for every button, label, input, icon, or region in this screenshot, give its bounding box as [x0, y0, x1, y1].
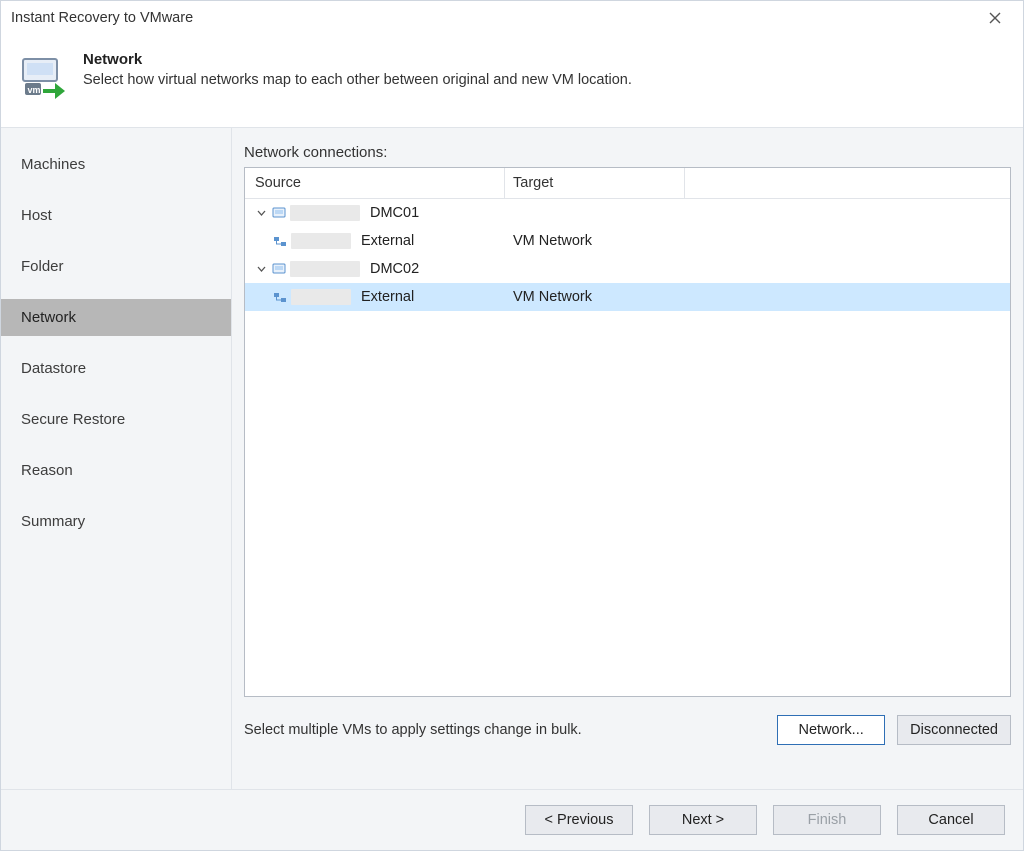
vm-arrow-icon: vm [19, 53, 67, 101]
redacted-name [291, 233, 351, 249]
titlebar: Instant Recovery to VMware [1, 1, 1023, 35]
vm-name-label: DMC01 [370, 205, 419, 221]
window-title: Instant Recovery to VMware [11, 10, 975, 26]
redacted-name [290, 261, 360, 277]
sidebar-item-network[interactable]: Network [1, 299, 231, 336]
table-row[interactable]: External VM Network [245, 227, 1010, 255]
table-footer: Select multiple VMs to apply settings ch… [232, 697, 1023, 757]
sidebar-item-summary[interactable]: Summary [1, 503, 231, 540]
svg-text:vm: vm [28, 85, 41, 95]
table-header: Source Target [245, 168, 1010, 199]
sidebar-item-datastore[interactable]: Datastore [1, 350, 231, 387]
network-icon [273, 290, 287, 304]
column-header-source[interactable]: Source [245, 168, 505, 198]
sidebar-item-machines[interactable]: Machines [1, 146, 231, 183]
step-header-texts: Network Select how virtual networks map … [83, 47, 1005, 101]
table-row[interactable]: External VM Network [245, 283, 1010, 311]
target-cell: VM Network [505, 289, 685, 305]
wizard-window: Instant Recovery to VMware vm Network Se… [0, 0, 1024, 851]
next-button[interactable]: Next > [649, 805, 757, 835]
sidebar-item-reason[interactable]: Reason [1, 452, 231, 489]
previous-button[interactable]: < Previous [525, 805, 633, 835]
step-subtitle: Select how virtual networks map to each … [83, 72, 1005, 88]
column-header-rest [685, 168, 1010, 198]
column-header-target[interactable]: Target [505, 168, 685, 198]
redacted-name [291, 289, 351, 305]
vm-icon [272, 262, 286, 276]
sidebar-item-host[interactable]: Host [1, 197, 231, 234]
step-title: Network [83, 51, 1005, 68]
close-button[interactable] [975, 4, 1015, 32]
chevron-down-icon[interactable] [257, 265, 266, 274]
body: Machines Host Folder Network Datastore S… [1, 128, 1023, 789]
table-row[interactable]: DMC01 [245, 199, 1010, 227]
network-name-label: External [361, 233, 414, 249]
network-name-label: External [361, 289, 414, 305]
target-cell: VM Network [505, 233, 685, 249]
step-header: vm Network Select how virtual networks m… [1, 35, 1023, 128]
finish-button: Finish [773, 805, 881, 835]
table-row[interactable]: DMC02 [245, 255, 1010, 283]
table-body: DMC01 External VM Network [245, 199, 1010, 696]
chevron-down-icon[interactable] [257, 209, 266, 218]
network-connections-table[interactable]: Source Target [244, 167, 1011, 697]
network-button[interactable]: Network... [777, 715, 885, 745]
network-icon [273, 234, 287, 248]
network-connections-label: Network connections: [232, 128, 1023, 167]
step-icon: vm [19, 53, 67, 101]
cancel-button[interactable]: Cancel [897, 805, 1005, 835]
sidebar-item-folder[interactable]: Folder [1, 248, 231, 285]
redacted-name [290, 205, 360, 221]
wizard-steps-sidebar: Machines Host Folder Network Datastore S… [1, 128, 232, 789]
sidebar-item-secure-restore[interactable]: Secure Restore [1, 401, 231, 438]
bulk-hint: Select multiple VMs to apply settings ch… [244, 722, 765, 738]
main-panel: Network connections: Source Target [232, 128, 1023, 789]
vm-icon [272, 206, 286, 220]
close-icon [989, 12, 1001, 24]
disconnected-button[interactable]: Disconnected [897, 715, 1011, 745]
wizard-footer: < Previous Next > Finish Cancel [1, 789, 1023, 850]
vm-name-label: DMC02 [370, 261, 419, 277]
